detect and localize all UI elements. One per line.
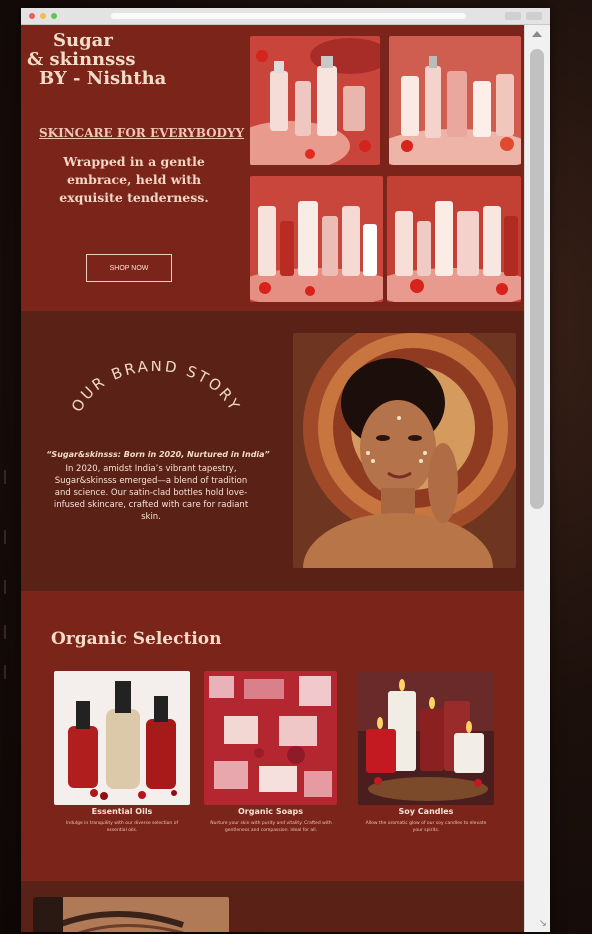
brand-logo-text: Sugar & skinnsss BY - Nishtha [27,31,166,88]
svg-text:OUR BRAND STORY: OUR BRAND STORY [68,361,244,415]
address-bar[interactable] [111,13,466,19]
organic-soaps-image[interactable] [204,671,337,805]
backdrop-text [4,530,22,544]
organic-selection-section: Organic Selection Essential Oils Indulge… [21,591,525,881]
face-closeup-image [33,897,229,932]
product-image [387,176,521,302]
card-title-essential-oils[interactable]: Essential Oils [54,807,190,816]
brand-story-heading: OUR BRAND STORY [68,361,244,415]
card-description: Allow the aromatic glow of our soy candl… [365,821,487,833]
backdrop-text [4,580,22,594]
backdrop-text [4,665,22,679]
brand-story-title: “Sugar&skinsss: Born in 2020, Nurtured i… [46,450,270,459]
card-title-organic-soaps[interactable]: Organic Soaps [204,807,337,816]
card-description: Nurture your skin with purity and vitali… [210,821,332,833]
backdrop-text [4,625,22,639]
product-image [389,36,521,165]
backdrop-text [4,470,22,484]
toolbar-button[interactable] [526,12,542,20]
shop-now-button[interactable]: SHOP NOW [86,254,172,282]
section-title: Organic Selection [51,629,222,649]
product-image [250,176,383,302]
card-description: Indulge in tranquility with our diverse … [65,821,179,833]
webpage: Sugar & skinnsss BY - Nishtha SKINCARE F… [21,25,525,932]
close-window-button[interactable] [29,13,35,19]
next-section [21,881,525,932]
brand-story-body: In 2020, amidst India’s vibrant tapestry… [53,464,249,522]
chevron-up-icon[interactable] [532,31,542,37]
window-titlebar [21,8,550,25]
maximize-window-button[interactable] [51,13,57,19]
essential-oils-image[interactable] [54,671,190,805]
vertical-scrollbar[interactable]: ↘ [524,25,550,932]
brand-line: Sugar [53,30,113,51]
scrollbar-thumb[interactable] [530,49,544,509]
hero-section: Sugar & skinnsss BY - Nishtha SKINCARE F… [21,25,525,311]
minimize-window-button[interactable] [40,13,46,19]
hero-subtitle: Wrapped in a gentle embrace, held with e… [59,154,209,205]
brand-line: & skinnsss [27,49,136,70]
toolbar-button[interactable] [505,12,521,20]
model-portrait-image [293,333,516,568]
brand-line: BY - Nishtha [39,68,167,89]
card-title-soy-candles[interactable]: Soy Candles [358,807,494,816]
resize-grip-icon[interactable]: ↘ [539,918,547,929]
browser-window: Sugar & skinnsss BY - Nishtha SKINCARE F… [21,8,550,932]
hero-tagline[interactable]: SKINCARE FOR EVERYBODYY [39,126,244,140]
brand-story-section: OUR BRAND STORY “Sugar&skinsss: Born in … [21,311,525,591]
soy-candles-image[interactable] [358,671,494,805]
product-image [250,36,380,165]
